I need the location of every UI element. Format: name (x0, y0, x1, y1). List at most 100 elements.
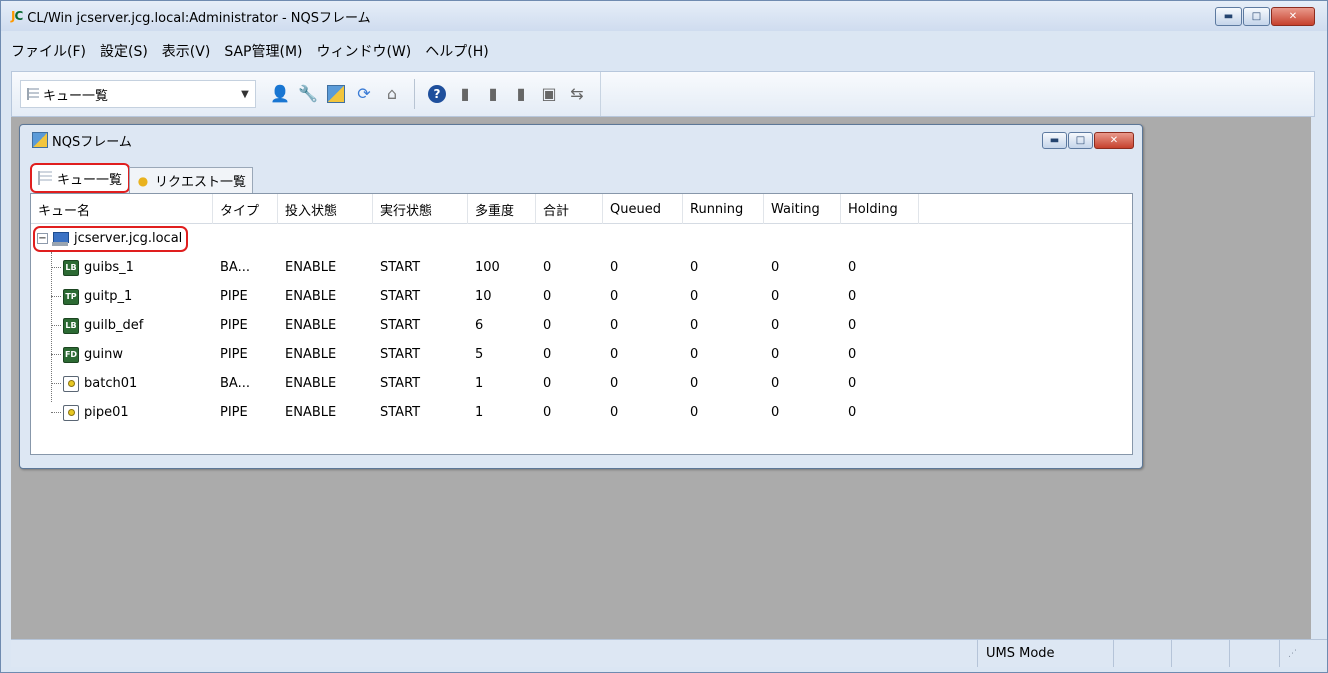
status-dot-icon (67, 409, 75, 416)
window-controls: ▬ □ ✕ (1214, 7, 1315, 26)
cell-multi: 1 (475, 405, 484, 420)
cell-running: 0 (690, 376, 699, 391)
resize-grip-icon[interactable]: ⋰ (1279, 640, 1309, 667)
queue-name-cell: LB guibs_1 (31, 259, 213, 276)
table-row[interactable]: pipe01 PIPE ENABLE START 1 0 0 0 0 0 (31, 398, 1132, 427)
chevron-down-icon[interactable]: ▼ (235, 89, 255, 100)
cell-total: 0 (543, 260, 552, 275)
minimize-button[interactable]: ▬ (1215, 7, 1242, 26)
table-row[interactable]: LB guilb_def PIPE ENABLE START 6 0 0 0 0 0 (31, 311, 1132, 340)
queue-type-icon: FD (63, 346, 79, 363)
col-header-run-state[interactable]: 実行状態 (373, 194, 468, 224)
cell-queued: 0 (610, 289, 619, 304)
user-icon[interactable]: 👤 (269, 83, 291, 105)
col-header-holding[interactable]: Holding (841, 194, 919, 224)
menu-file[interactable]: ファイル(F) (11, 41, 86, 61)
tree-branch (51, 267, 61, 268)
mdi-workspace: NQSフレーム ▬ □ ✕ キュー一覧 ● リクエスト一覧 キュー名 タイプ 投… (11, 117, 1311, 639)
tab-queue-list-label: キュー一覧 (57, 172, 123, 188)
status-panel-c (1229, 640, 1279, 667)
tab-request-list[interactable]: ● リクエスト一覧 (129, 167, 254, 193)
close-button[interactable]: ✕ (1271, 7, 1315, 26)
cell-total: 0 (543, 347, 552, 362)
queue-name: pipe01 (84, 405, 129, 420)
title-bar[interactable]: JC CL/Win jcserver.jcg.local:Administrat… (1, 1, 1327, 31)
refresh-icon[interactable]: ⟳ (353, 83, 375, 105)
cell-waiting: 0 (771, 347, 780, 362)
cell-multi: 10 (475, 289, 492, 304)
server-node[interactable]: − jcserver.jcg.local (33, 225, 189, 252)
queue-type-icon: LB (63, 259, 79, 276)
cell-holding: 0 (848, 260, 857, 275)
cell-run: START (380, 260, 421, 275)
tab-queue-list[interactable]: キュー一覧 (30, 163, 131, 193)
cell-type: BA... (220, 260, 250, 275)
cell-queued: 0 (610, 405, 619, 420)
table-row[interactable]: batch01 BA... ENABLE START 1 0 0 0 0 0 (31, 369, 1132, 398)
tree-branch (51, 325, 61, 326)
transfer-icon[interactable]: ⇆ (566, 83, 588, 105)
child-minimize-button[interactable]: ▬ (1042, 132, 1067, 149)
col-header-running[interactable]: Running (683, 194, 764, 224)
doc2-icon[interactable]: ▮ (482, 83, 504, 105)
queue-name-cell: batch01 (31, 375, 213, 392)
home-icon[interactable]: ⌂ (381, 83, 403, 105)
cell-run: START (380, 405, 421, 420)
col-header-submit-state[interactable]: 投入状態 (278, 194, 373, 224)
menu-help[interactable]: ヘルプ(H) (425, 41, 488, 61)
col-header-multiplicity[interactable]: 多重度 (468, 194, 536, 224)
queue-name-cell: pipe01 (31, 404, 213, 421)
status-panel-a (1113, 640, 1171, 667)
menu-window[interactable]: ウィンドウ(W) (316, 41, 411, 61)
cell-run: START (380, 289, 421, 304)
queue-name-cell: TP guitp_1 (31, 288, 213, 305)
cell-holding: 0 (848, 376, 857, 391)
menu-settings[interactable]: 設定(S) (100, 41, 148, 61)
doc-icon[interactable]: ▮ (454, 83, 476, 105)
menu-sap-admin[interactable]: SAP管理(M) (224, 41, 302, 61)
nqs-frame-icon[interactable] (325, 83, 347, 105)
cell-running: 0 (690, 318, 699, 333)
toolbar-spacer (591, 72, 601, 116)
col-header-total[interactable]: 合計 (536, 194, 603, 224)
child-close-button[interactable]: ✕ (1094, 132, 1134, 149)
tree-leaf: batch01 (31, 375, 213, 392)
status-bar: UMS Mode ⋰ (11, 639, 1327, 667)
nqs-frame-icon (32, 132, 48, 148)
table-row[interactable]: TP guitp_1 PIPE ENABLE START 10 0 0 0 0 0 (31, 282, 1132, 311)
cell-waiting: 0 (771, 376, 780, 391)
cell-queued: 0 (610, 260, 619, 275)
cell-multi: 5 (475, 347, 484, 362)
maximize-button[interactable]: □ (1243, 7, 1270, 26)
col-header-type[interactable]: タイプ (213, 194, 278, 224)
child-maximize-button[interactable]: □ (1068, 132, 1093, 149)
cell-run: START (380, 376, 421, 391)
cell-multi: 100 (475, 260, 500, 275)
col-header-queue-name[interactable]: キュー名 (31, 194, 213, 224)
child-title-bar[interactable]: NQSフレーム (20, 125, 1142, 155)
doc3-icon[interactable]: ▮ (510, 83, 532, 105)
tab-strip: キュー一覧 ● リクエスト一覧 (30, 163, 254, 193)
menu-view[interactable]: 表示(V) (162, 41, 211, 61)
job-icon[interactable]: ▣ (538, 83, 560, 105)
tools-icon[interactable]: 🔧 (297, 83, 319, 105)
collapse-icon[interactable]: − (37, 233, 48, 244)
queue-name: guibs_1 (84, 260, 134, 275)
table-row[interactable]: FD guinw PIPE ENABLE START 5 0 0 0 0 0 (31, 340, 1132, 369)
queue-name: guitp_1 (84, 289, 133, 304)
queue-name-cell: LB guilb_def (31, 317, 213, 334)
col-header-waiting[interactable]: Waiting (764, 194, 841, 224)
queue-name: guilb_def (84, 318, 144, 333)
request-queue-icon (63, 375, 79, 392)
col-header-queued[interactable]: Queued (603, 194, 683, 224)
status-message (11, 640, 977, 667)
view-select[interactable]: キュー一覧 ▼ (20, 80, 256, 108)
toolbar: キュー一覧 ▼ 👤 🔧 ⟳ ⌂ ? ▮ ▮ ▮ ▣ ⇆ (11, 71, 1315, 117)
tree-leaf: LB guilb_def (31, 317, 213, 334)
server-row[interactable]: − jcserver.jcg.local (31, 224, 1132, 253)
status-dot-icon (67, 380, 75, 387)
cell-total: 0 (543, 405, 552, 420)
table-row[interactable]: LB guibs_1 BA... ENABLE START 100 0 0 0 0 0 (31, 253, 1132, 282)
help-icon[interactable]: ? (426, 83, 448, 105)
list-icon (27, 88, 39, 100)
